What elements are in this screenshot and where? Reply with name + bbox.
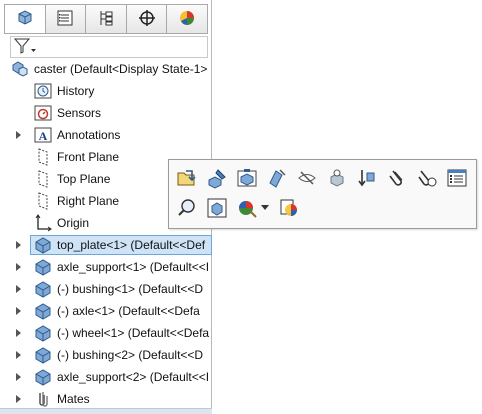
expand-arrow-icon[interactable] [14,240,24,250]
view-mates-icon[interactable] [415,166,439,190]
tree-item-label: (-) wheel<1> (Default<<Defa [57,326,210,340]
tree-filter[interactable] [10,36,208,58]
displaymanager-pie-icon [177,8,197,31]
tab-dimxpertmanager[interactable] [126,5,168,33]
open-part-icon[interactable] [175,166,199,190]
tree-item-label: Annotations [57,128,121,142]
smart-dimension-icon[interactable] [265,166,289,190]
part-icon [33,367,53,387]
tree-item-label: Front Plane [57,150,120,164]
zoom-to-selection-icon[interactable] [175,196,199,220]
tab-propertymanager[interactable] [45,5,87,33]
svg-text:A: A [39,129,48,143]
tree-item-label: Right Plane [57,194,120,208]
expand-arrow-icon[interactable] [14,284,24,294]
part-icon [33,279,53,299]
configurationmanager-icon [96,8,116,31]
plane-icon [33,169,53,189]
tree-item-annotations[interactable]: A Annotations [0,124,212,146]
dimxpert-crosshair-icon [137,8,157,31]
expand-arrow-icon[interactable] [14,130,24,140]
tree-item-label: Sensors [57,106,102,120]
tree-item-label: Origin [57,216,90,230]
tree-item-label: (-) axle<1> (Default<<Defa [57,304,200,318]
expand-arrow-icon[interactable] [14,394,24,404]
tree-item-axle-1[interactable]: (-) axle<1> (Default<<Defa [0,300,212,322]
propertymanager-icon [55,8,75,31]
tree-item-bushing-1[interactable]: (-) bushing<1> (Default<<D [0,278,212,300]
hide-component-icon[interactable] [295,166,319,190]
tree-item-label: (-) bushing<1> (Default<<D [57,282,204,296]
fix-component-icon[interactable] [355,166,379,190]
plane-icon [33,191,53,211]
origin-icon [33,213,53,233]
sensors-icon [33,103,53,123]
tree-item-label: Top Plane [57,172,111,186]
tree-item-label: History [57,84,95,98]
change-transparency-icon[interactable] [277,196,301,220]
filter-funnel-icon[interactable] [13,37,39,58]
part-icon [33,345,53,365]
tree-item-label: axle_support<2> (Default<<I [57,370,210,384]
featuremanager-tree-icon [15,8,35,31]
part-icon [33,301,53,321]
expand-arrow-icon[interactable] [14,328,24,338]
tree-item-label: (-) bushing<2> (Default<<D [57,348,204,362]
tree-root[interactable]: caster (Default<Display State-1> [0,58,212,80]
tree-item-axle-support-2[interactable]: axle_support<2> (Default<<I [0,366,212,388]
tree-item-axle-support-1[interactable]: axle_support<1> (Default<<I [0,256,212,278]
manager-tab-bar [4,4,208,34]
appearance-dropdown-icon[interactable] [259,196,271,220]
assembly-icon [10,59,30,79]
tree-item-sensors[interactable]: Sensors [0,102,212,124]
tree-item-label: axle_support<1> (Default<<I [57,260,210,274]
properties-list-icon[interactable] [445,166,469,190]
paperclip-icon[interactable] [385,166,409,190]
tree-item-history[interactable]: History [0,80,212,102]
replace-component-icon[interactable] [235,166,259,190]
part-icon [33,323,53,343]
tree-item-wheel-1[interactable]: (-) wheel<1> (Default<<Defa [0,322,212,344]
panel-bottom-edge [0,408,212,414]
tree-item-label: top_plate<1> (Default<<Def [57,238,206,252]
expand-arrow-icon[interactable] [14,372,24,382]
part-icon [33,235,53,255]
expand-arrow-icon[interactable] [14,306,24,316]
tree-item-label: Mates [57,392,90,406]
part-icon [33,257,53,277]
plane-icon [33,147,53,167]
edit-part-icon[interactable] [205,166,229,190]
component-properties-icon[interactable] [205,196,229,220]
expand-arrow-icon[interactable] [14,350,24,360]
tab-featuremanager[interactable] [5,5,46,33]
context-toolbar [168,159,477,229]
appearance-icon[interactable] [235,196,259,220]
tree-item-mates[interactable]: Mates [0,388,212,410]
annotations-icon: A [33,125,53,145]
expand-arrow-icon[interactable] [14,262,24,272]
tree-item-bushing-2[interactable]: (-) bushing<2> (Default<<D [0,344,212,366]
isolate-icon[interactable] [325,166,349,190]
history-icon [33,81,53,101]
tab-configurationmanager[interactable] [86,5,127,33]
tree-root-label: caster (Default<Display State-1> [34,62,208,76]
tree-item-top-plate[interactable]: top_plate<1> (Default<<Def [0,234,212,256]
mates-icon [33,389,53,409]
tab-displaymanager[interactable] [167,5,207,33]
